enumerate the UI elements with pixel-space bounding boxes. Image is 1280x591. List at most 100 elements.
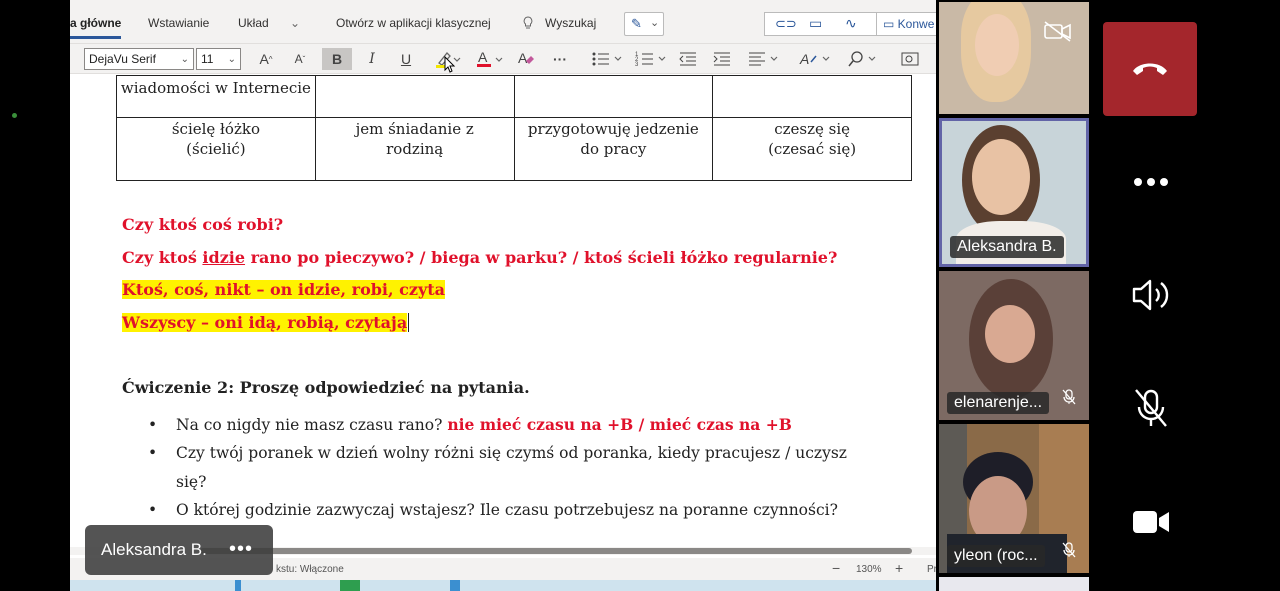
bullets-button[interactable]	[590, 48, 626, 70]
table-cell	[712, 75, 912, 118]
table-cell: czeszę się (czesać się)	[712, 117, 912, 181]
clear-formatting-button[interactable]: A	[514, 48, 538, 70]
italic-button[interactable]: I	[360, 48, 384, 70]
convert-button[interactable]: ▭ Konwe	[876, 12, 936, 36]
font-size-select[interactable]: 11 ⌄	[196, 48, 241, 70]
table-row: ścielę łóżko (ścielić) jem śniadanie z r…	[116, 117, 912, 181]
zoom-level[interactable]: 130%	[856, 564, 882, 575]
align-button[interactable]	[746, 48, 782, 70]
more-options-button[interactable]: ···	[548, 48, 572, 70]
highlight-line-2: Wszyscy – oni idą, robią, czytają	[122, 313, 410, 332]
bullet-dot: •	[148, 444, 158, 462]
bullet-dot: •	[148, 501, 158, 519]
styles-icon: A	[799, 51, 830, 67]
font-color-icon: A	[477, 49, 503, 67]
hang-up-icon	[1133, 63, 1167, 75]
styles-button[interactable]: A	[798, 48, 834, 70]
video-camera-icon	[1133, 511, 1169, 533]
grow-font-icon: A	[259, 51, 269, 67]
font-family-select[interactable]: DejaVu Serif ⌄	[84, 48, 194, 70]
decrease-indent-button[interactable]	[676, 48, 700, 70]
meeting-stage: a główne Wstawianie Układ ⌄ Otwórz w apl…	[0, 0, 1280, 591]
underline-button[interactable]: U	[394, 48, 418, 70]
italic-icon: I	[369, 51, 375, 67]
participant-tile-speaking[interactable]: Aleksandra B.	[939, 118, 1089, 267]
participant-tile[interactable]	[939, 2, 1089, 114]
lightbulb-icon	[522, 16, 534, 33]
table-cell	[513, 75, 714, 118]
highlight-line-1: Ktoś, coś, nikt – on idzie, robi, czyta	[122, 280, 446, 299]
chevron-down-icon[interactable]: ⌄	[290, 16, 300, 30]
list-item: • Czy twój poranek w dzień wolny różni si…	[148, 444, 847, 462]
link-icon[interactable]: ⊂⊃	[775, 16, 797, 32]
taskbar-app-icon[interactable]	[450, 580, 460, 591]
speaker-icon	[1132, 279, 1169, 311]
svg-text:A: A	[518, 50, 528, 66]
reader-icon	[901, 52, 919, 66]
svg-text:A: A	[478, 49, 488, 65]
speaker-button[interactable]	[1104, 248, 1198, 342]
taskbar-app-icon[interactable]	[235, 580, 241, 591]
activity-icon[interactable]: ∿	[845, 15, 857, 32]
font-family-value: DejaVu Serif	[89, 52, 156, 66]
table-cell: wiadomości w Internecie	[116, 75, 316, 118]
tab-search[interactable]: Wyszukaj	[545, 16, 596, 30]
table-row: wiadomości w Internecie	[116, 75, 912, 118]
question-line-1: Czy ktoś coś robi?	[122, 215, 284, 234]
align-icon	[749, 52, 778, 66]
comment-icon: ▭	[883, 17, 898, 31]
bold-button[interactable]: B	[322, 48, 352, 70]
participant-face	[975, 14, 1019, 76]
mouse-cursor-icon	[444, 56, 456, 73]
immersive-reader-button[interactable]	[898, 48, 922, 70]
more-icon: ···	[553, 51, 567, 67]
text-cursor	[408, 313, 410, 332]
tab-home[interactable]: a główne	[70, 16, 122, 39]
mute-button[interactable]	[1104, 361, 1198, 455]
leave-call-button[interactable]	[1103, 22, 1197, 116]
find-button[interactable]	[846, 48, 882, 70]
question-text: Czy ktoś	[122, 248, 203, 267]
presenter-name-tag[interactable]: Aleksandra B. •••	[85, 525, 273, 575]
highlighted-text: Ktoś, coś, nikt – on idzie, robi, czyta	[122, 280, 446, 299]
tab-open-desktop[interactable]: Otwórz w aplikacji klasycznej	[336, 16, 491, 30]
shrink-font-button[interactable]: Aˇ	[288, 48, 312, 70]
font-color-button[interactable]: A	[472, 48, 506, 70]
comment-icon[interactable]: ▭	[809, 15, 822, 32]
tab-insert[interactable]: Wstawianie	[148, 16, 209, 30]
clear-format-icon: A	[518, 50, 534, 66]
grow-font-button[interactable]: A ^	[254, 48, 278, 70]
numbering-button[interactable]: 123	[634, 48, 670, 70]
mic-off-icon	[1061, 389, 1077, 410]
camera-button[interactable]	[1104, 475, 1198, 569]
svg-text:3: 3	[635, 62, 639, 68]
participant-tile[interactable]: yleon (roc...	[939, 424, 1089, 573]
editing-mode-button[interactable]: ✎ ⌄	[624, 12, 664, 36]
scrollbar-thumb[interactable]	[200, 548, 912, 554]
taskbar	[70, 580, 936, 591]
participant-face	[985, 305, 1035, 363]
more-actions-button[interactable]	[1104, 135, 1198, 229]
more-icon	[1134, 178, 1168, 186]
participant-tile[interactable]	[939, 577, 1089, 591]
svg-text:A: A	[799, 51, 809, 67]
zoom-in-button[interactable]: +	[895, 560, 903, 576]
question-text: rano po pieczywo? / biega w parku? / kto…	[245, 248, 838, 267]
camera-off-icon	[1043, 20, 1073, 47]
zoom-out-button[interactable]: −	[832, 560, 840, 576]
participant-face	[972, 139, 1030, 215]
share-group: ⊂⊃ ▭ ∿	[764, 12, 886, 36]
mic-off-icon	[1061, 542, 1077, 563]
table-cell: jem śniadanie z rodziną	[314, 117, 515, 181]
more-options-icon[interactable]: •••	[229, 538, 253, 561]
status-dot	[12, 113, 17, 118]
increase-indent-button[interactable]	[710, 48, 734, 70]
schedule-table: wiadomości w Internecie ścielę łóżko (śc…	[116, 75, 912, 181]
tab-layout[interactable]: Układ	[238, 16, 269, 30]
shrink-font-icon: A	[294, 52, 303, 66]
participant-tile[interactable]: elenarenje...	[939, 271, 1089, 420]
bold-icon: B	[331, 51, 343, 67]
ribbon-tabs: a główne Wstawianie Układ ⌄ Otwórz w apl…	[70, 0, 936, 44]
taskbar-app-icon[interactable]	[340, 580, 360, 591]
document-canvas[interactable]: wiadomości w Internecie ścielę łóżko (śc…	[70, 75, 936, 547]
